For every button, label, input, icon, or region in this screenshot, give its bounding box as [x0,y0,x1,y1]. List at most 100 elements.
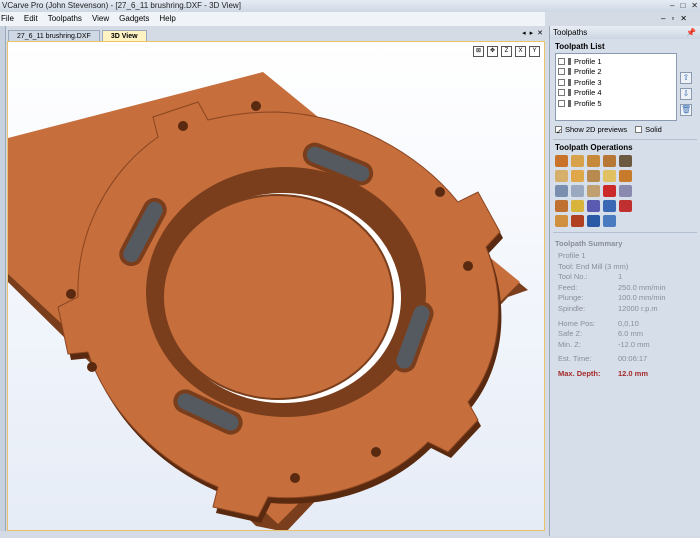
toolpath-operation-icon[interactable] [603,200,616,212]
maximize-icon[interactable]: □ [680,0,685,12]
iso-view-icon[interactable]: ✥ [487,46,498,57]
mdi-restore-icon[interactable]: ▫ [671,12,674,26]
summary-value: 1 [618,272,623,282]
checkbox[interactable] [558,57,565,65]
summary-key: Home Pos: [558,318,596,328]
divider [553,232,697,233]
summary-row: Feed: 250.0 mm/min [555,283,700,294]
mdi-close-icon[interactable]: ✕ [680,12,687,26]
toolpath-operation-icon[interactable] [555,185,568,197]
summary-value: 6.0 mm [618,329,644,339]
summary-row: Min. Z: -12.0 mm [555,340,700,351]
toolpath-operation-icon[interactable] [555,215,568,227]
summary-key: Spindle: [558,303,586,313]
center-disc [162,194,394,400]
summary-row: Safe Z: 6.0 mm [555,329,700,340]
summary-key: Plunge: [558,293,584,303]
menu-edit[interactable]: Edit [24,12,38,26]
menu-bar: File Edit Toolpaths View Gadgets Help [0,12,545,26]
list-item[interactable]: Profile 4 [558,88,674,99]
toolpath-operation-icon[interactable] [619,185,632,197]
menu-file[interactable]: File [1,12,14,26]
toolpath-operations-title: Toolpath Operations [555,143,633,152]
end-mill-icon [568,57,571,65]
summary-key: Min. Z: [558,339,581,349]
tab-close-icon[interactable]: ✕ [537,29,543,37]
preview-options: ✓ Show 2D previews Solid [550,125,700,136]
pin-icon[interactable]: 📌 [686,26,696,39]
window-titlebar: VCarve Pro (John Stevenson) - [27_6_11 b… [0,0,700,12]
view-z-icon[interactable]: Z [501,46,512,57]
menu-gadgets[interactable]: Gadgets [119,12,149,26]
summary-value: 12000 r.p.m [618,303,658,313]
move-down-icon[interactable]: ⇩ [680,88,692,100]
toolpath-operation-icon[interactable] [587,170,600,182]
toolpath-operation-icon[interactable] [587,215,600,227]
checkbox-checked[interactable]: ✓ [555,126,562,136]
tab-navigation: ◂ ▸ ✕ [522,29,543,37]
delete-icon[interactable]: 🗑 [680,104,692,116]
toolpath-list[interactable]: Profile 1 Profile 2 Profile 3 Profile 4 … [555,53,677,121]
toolpath-operation-icon[interactable] [571,215,584,227]
tab-prev-icon[interactable]: ◂ [522,29,526,37]
menu-toolpaths[interactable]: Toolpaths [48,12,82,26]
summary-row: Tool No.: 1 [555,272,700,283]
menu-help[interactable]: Help [159,12,175,26]
close-icon[interactable]: ✕ [691,0,698,12]
toolpath-operation-icon[interactable] [571,155,584,167]
toolpath-operation-icon[interactable] [603,170,616,182]
toolpath-operation-icon[interactable] [587,155,600,167]
toolpath-operation-icon[interactable] [555,170,568,182]
toolpath-list-title: Toolpath List [555,42,605,51]
summary-row: Spindle: 12000 r.p.m [555,304,700,315]
checkbox[interactable] [558,89,565,97]
toolpath-operation-icon[interactable] [587,200,600,212]
checkbox[interactable] [558,78,565,86]
list-item[interactable]: Profile 2 [558,67,674,78]
tab-drawing[interactable]: 27_6_11 brushring.DXF [8,30,100,41]
panel-title: Toolpaths [553,28,588,37]
toolpath-operation-icon[interactable] [603,185,616,197]
toolpath-operation-icon[interactable] [555,155,568,167]
hole [463,261,473,271]
toolpath-operation-icon[interactable] [571,185,584,197]
tab-3d-view[interactable]: 3D View [101,30,147,41]
hole [371,447,381,457]
zoom-extents-icon[interactable]: ⊠ [473,46,484,57]
minimize-icon[interactable]: – [670,0,674,12]
summary-key: Safe Z: [558,329,583,339]
toolpath-operation-icon[interactable] [619,200,632,212]
hole [178,121,188,131]
summary-max-depth: Max. Depth: 12.0 mm [558,368,649,378]
checkbox[interactable] [558,68,565,76]
show-2d-previews-option[interactable]: ✓ Show 2D previews [555,125,627,136]
end-mill-icon [568,78,571,86]
mdi-minimize-icon[interactable]: – [661,12,665,26]
tab-next-icon[interactable]: ▸ [530,29,534,37]
view-x-icon[interactable]: X [515,46,526,57]
toolpath-operation-icon[interactable] [603,155,616,167]
summary-row: Plunge: 100.0 mm/min [555,293,700,304]
list-item[interactable]: Profile 5 [558,98,674,109]
list-item[interactable]: Profile 3 [558,77,674,88]
status-bar [0,531,545,538]
toolpath-operation-icon[interactable] [603,215,616,227]
summary-key: Tool No.: [558,272,588,282]
toolpath-operation-icon[interactable] [571,170,584,182]
toolpath-operation-icon[interactable] [619,170,632,182]
toolpath-operation-icon[interactable] [619,155,632,167]
move-up-icon[interactable]: ⇧ [680,72,692,84]
list-item[interactable]: Profile 1 [558,56,674,67]
operations-row [555,200,700,212]
3d-viewport[interactable]: ⊠ ✥ Z X Y [7,41,545,531]
toolpath-operation-icon[interactable] [571,200,584,212]
solid-option[interactable]: Solid [635,125,662,134]
checkbox[interactable] [558,99,565,107]
viewport-toolbar: ⊠ ✥ Z X Y [473,46,540,57]
view-y-icon[interactable]: Y [529,46,540,57]
operations-row [555,185,700,197]
menu-view[interactable]: View [92,12,109,26]
toolpath-operation-icon[interactable] [587,185,600,197]
checkbox[interactable] [635,126,643,133]
toolpath-operation-icon[interactable] [555,200,568,212]
